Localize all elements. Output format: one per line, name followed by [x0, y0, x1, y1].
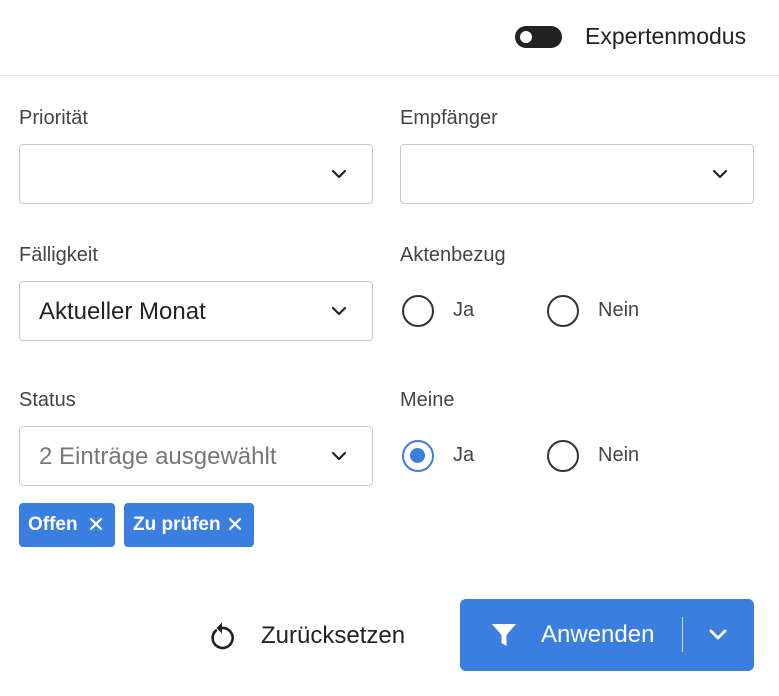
meine-option-label: Ja	[453, 444, 475, 466]
expert-mode-toggle[interactable]	[515, 26, 562, 48]
radio-circle-icon	[402, 295, 434, 327]
apply-split-button: Anwenden	[460, 599, 754, 671]
aktenbezug-option-label: Nein	[598, 299, 640, 321]
chevron-down-icon	[331, 169, 347, 179]
header-bar: Expertenmodus	[0, 0, 779, 76]
faelligkeit-label: Fälligkeit	[19, 244, 98, 266]
aktenbezug-option-label: Ja	[453, 299, 475, 321]
faelligkeit-value: Aktueller Monat	[39, 298, 206, 325]
chip-label: Offen	[28, 514, 78, 535]
status-placeholder: 2 Einträge ausgewählt	[39, 443, 277, 470]
apply-button[interactable]: Anwenden	[460, 599, 682, 671]
reset-rotate-icon	[211, 622, 234, 650]
radio-circle-icon	[547, 295, 579, 327]
aktenbezug-radio-group: Ja Nein	[402, 291, 702, 331]
aktenbezug-radio-nein[interactable]: Nein	[547, 291, 667, 331]
status-multiselect[interactable]: 2 Einträge ausgewählt	[19, 426, 373, 486]
meine-radio-ja[interactable]: Ja	[402, 436, 502, 476]
meine-radio-group: Ja Nein	[402, 436, 702, 476]
meine-option-label: Nein	[598, 444, 640, 466]
status-chip-zu-pruefen: Zu prüfen	[124, 503, 254, 547]
chevron-down-icon	[331, 451, 347, 461]
radio-checked-icon	[402, 440, 434, 472]
meine-label: Meine	[400, 389, 455, 411]
radio-circle-icon	[547, 440, 579, 472]
aktenbezug-label: Aktenbezug	[400, 244, 506, 266]
close-icon[interactable]	[87, 515, 105, 533]
chevron-down-icon	[709, 629, 727, 640]
prioritaet-label: Priorität	[19, 107, 88, 129]
prioritaet-select[interactable]	[19, 144, 373, 204]
reset-button[interactable]: Zurücksetzen	[205, 612, 420, 660]
toggle-knob	[520, 31, 532, 43]
apply-options-button[interactable]	[683, 599, 754, 671]
status-label: Status	[19, 389, 76, 411]
meine-radio-nein[interactable]: Nein	[547, 436, 667, 476]
empfaenger-label: Empfänger	[400, 107, 498, 129]
chip-label: Zu prüfen	[133, 514, 221, 535]
empfaenger-select[interactable]	[400, 144, 754, 204]
chevron-down-icon	[712, 169, 728, 179]
reset-label: Zurücksetzen	[261, 622, 406, 649]
filter-funnel-icon	[492, 624, 516, 646]
expert-mode-label: Expertenmodus	[585, 23, 747, 49]
chevron-down-icon	[331, 306, 347, 316]
apply-label: Anwenden	[541, 621, 655, 648]
aktenbezug-radio-ja[interactable]: Ja	[402, 291, 502, 331]
close-icon[interactable]	[226, 515, 244, 533]
faelligkeit-select[interactable]: Aktueller Monat	[19, 281, 373, 341]
status-chip-offen: Offen	[19, 503, 115, 547]
